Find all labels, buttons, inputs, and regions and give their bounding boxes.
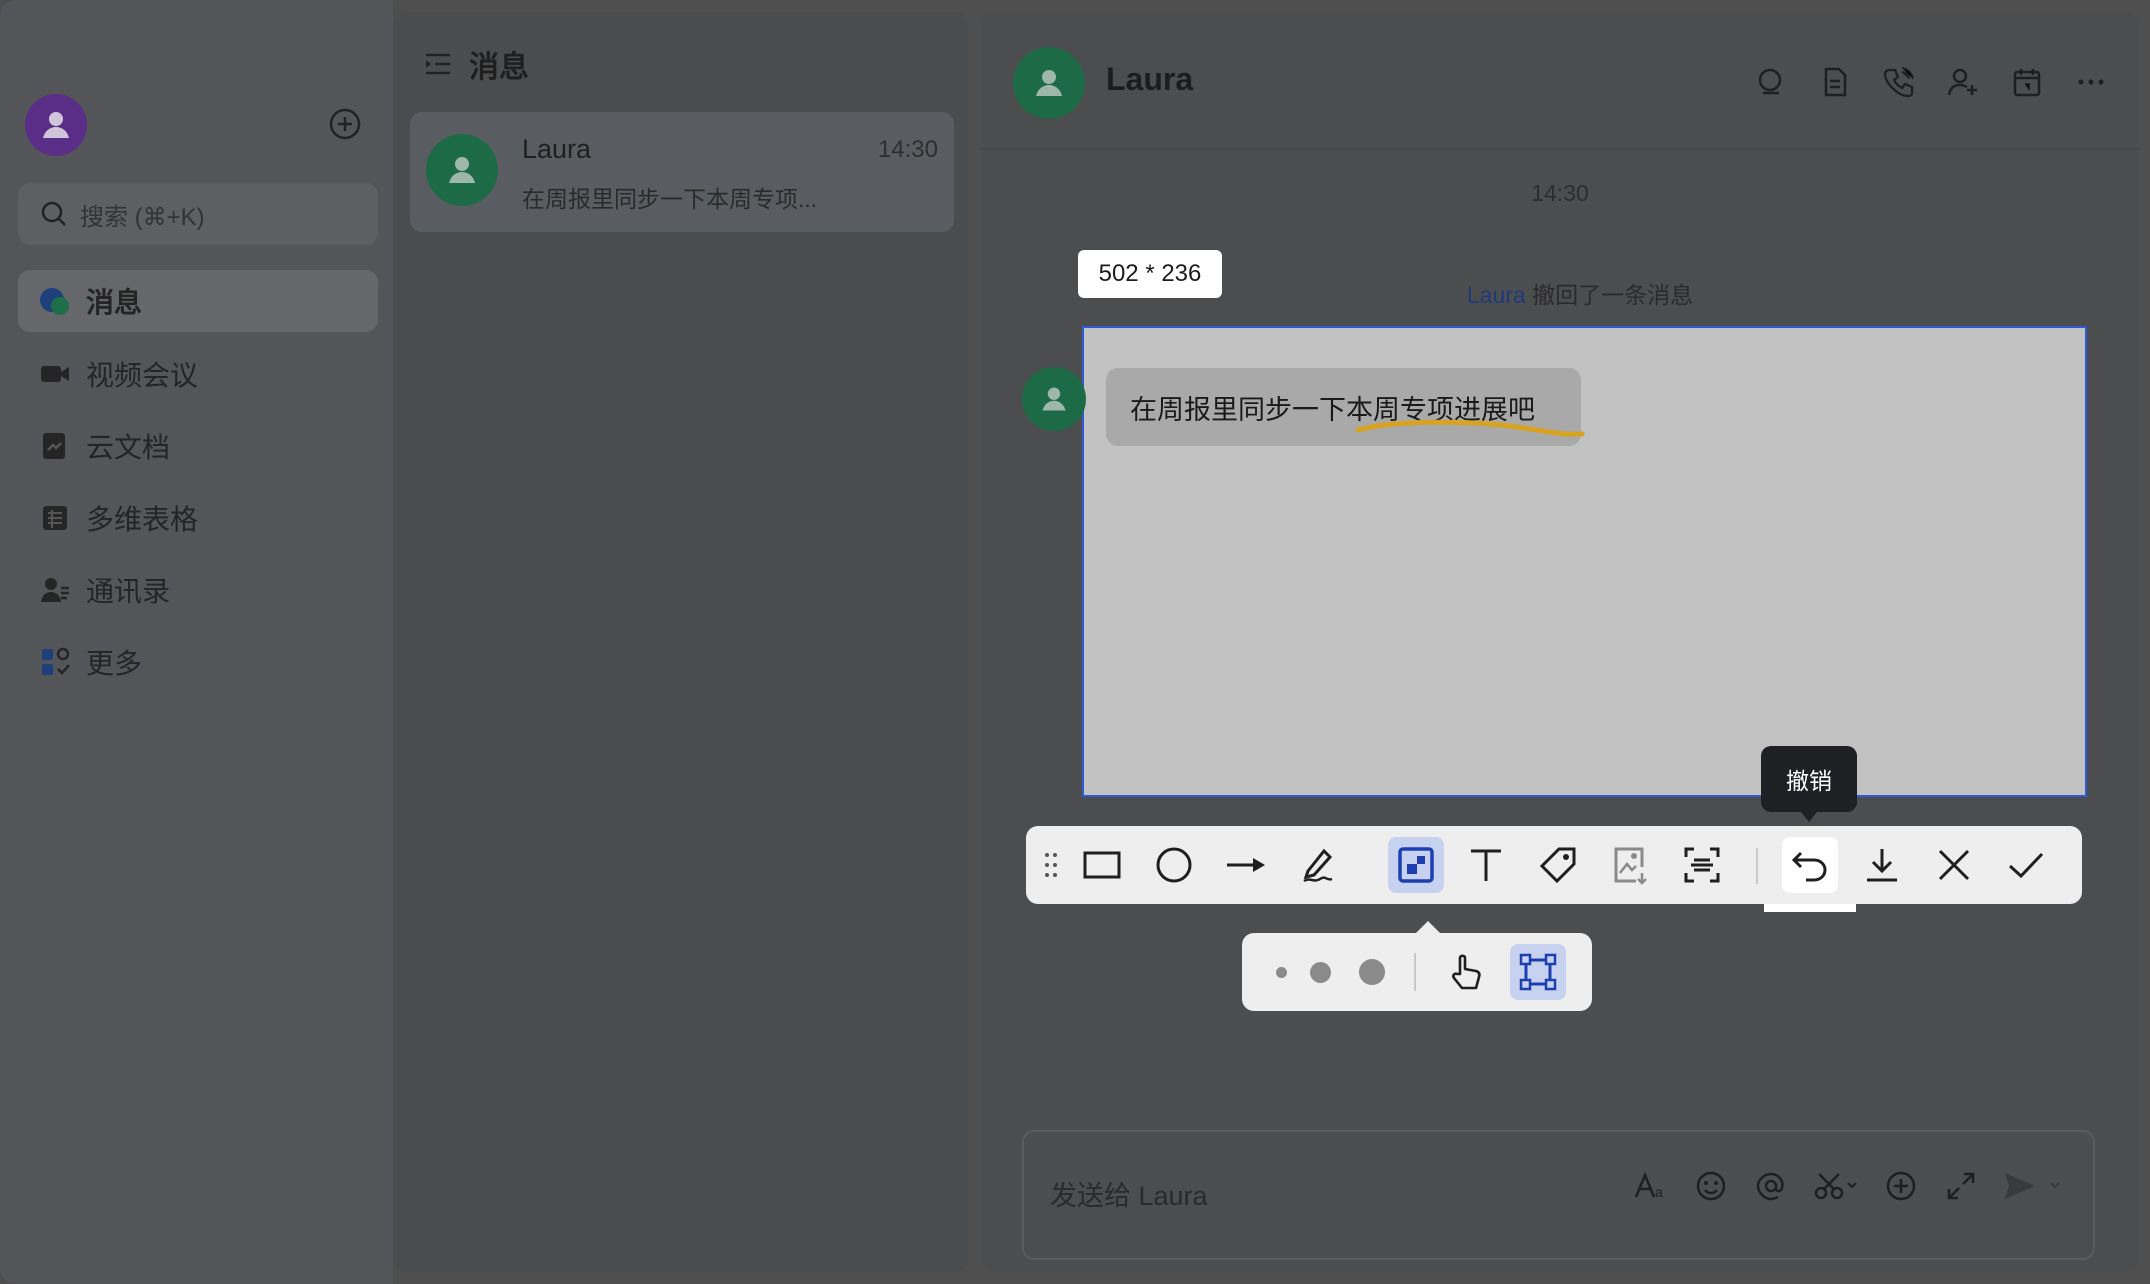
mosaic-tool-icon[interactable] xyxy=(1388,837,1444,893)
conversation-time: 14:30 xyxy=(877,136,938,163)
pen-highlight-stroke xyxy=(1355,419,1585,437)
collapse-list-icon[interactable] xyxy=(423,49,453,79)
chat-title: Laura xyxy=(1106,61,1194,97)
conversation-preview: 在周报里同步一下本周专项... xyxy=(522,186,818,212)
more-apps-icon xyxy=(38,645,72,679)
pen-tool-icon[interactable] xyxy=(1292,839,1344,891)
plus-circle-icon xyxy=(329,108,361,140)
nav-item-label: 多维表格 xyxy=(86,504,199,535)
list-header: 消息 xyxy=(423,42,529,86)
download-icon[interactable] xyxy=(1856,839,1908,891)
add-attachment-icon[interactable] xyxy=(1883,1168,1919,1204)
confirm-check-icon[interactable] xyxy=(2000,839,2052,891)
text-tool-icon[interactable] xyxy=(1460,839,1512,891)
message-avatar xyxy=(1022,367,1086,431)
screenshot-scissors-icon[interactable] xyxy=(1813,1168,1859,1204)
image-pin-tool-icon[interactable] xyxy=(1604,839,1656,891)
search-placeholder: 搜索 (⌘+K) xyxy=(80,203,205,231)
person-icon xyxy=(43,112,69,138)
phone-call-icon[interactable] xyxy=(1881,64,1917,100)
toolbar-divider xyxy=(1756,848,1758,884)
left-nav: 搜索 (⌘+K) 消息 视频会议 云文档 多维表格 通讯录 更多 xyxy=(0,0,393,1284)
emoji-icon[interactable] xyxy=(1693,1168,1729,1204)
pointer-hand-icon[interactable] xyxy=(1440,946,1492,998)
chat-header: Laura xyxy=(981,12,2139,150)
person-icon xyxy=(449,157,475,183)
more-icon[interactable] xyxy=(2073,64,2109,100)
options-divider xyxy=(1414,953,1416,991)
nav-item-label: 更多 xyxy=(86,648,143,679)
contacts-icon xyxy=(38,573,72,607)
nav-item-cloud-docs[interactable]: 云文档 xyxy=(18,415,378,477)
search-chat-icon[interactable] xyxy=(1753,64,1789,100)
list-title: 消息 xyxy=(469,51,529,84)
search-input[interactable]: 搜索 (⌘+K) xyxy=(18,183,378,245)
nav-item-label: 通讯录 xyxy=(86,576,171,607)
drag-handle-icon[interactable] xyxy=(1036,839,1066,891)
person-icon xyxy=(1042,387,1066,411)
nav-item-video-meeting[interactable]: 视频会议 xyxy=(18,343,378,405)
arrow-tool-icon[interactable] xyxy=(1220,839,1272,891)
ocr-scan-tool-icon[interactable] xyxy=(1676,839,1728,891)
expand-icon[interactable] xyxy=(1943,1168,1979,1204)
calendar-icon[interactable] xyxy=(2009,64,2045,100)
person-icon xyxy=(1036,70,1062,96)
nav-item-contacts[interactable]: 通讯录 xyxy=(18,559,378,621)
capture-toolbar xyxy=(1026,826,2082,904)
rectangle-tool-icon[interactable] xyxy=(1076,839,1128,891)
send-icon[interactable] xyxy=(2003,1168,2063,1204)
tag-tool-icon[interactable] xyxy=(1532,839,1584,891)
nav-item-label: 消息 xyxy=(86,287,143,318)
undo-tooltip: 撤销 xyxy=(1761,746,1857,822)
app-window: 搜索 (⌘+K) 消息 视频会议 云文档 多维表格 通讯录 更多 消息 Laur… xyxy=(0,0,2150,1284)
mosaic-options-bar xyxy=(1242,921,1592,1011)
contact-avatar xyxy=(426,134,498,206)
ellipse-tool-icon[interactable] xyxy=(1148,839,1200,891)
mention-icon[interactable] xyxy=(1753,1168,1789,1204)
message-input-placeholder: 发送给 Laura xyxy=(1050,1181,1208,1211)
brush-size-large[interactable] xyxy=(1359,959,1385,985)
search-icon xyxy=(40,200,68,228)
message-input[interactable]: 发送给 Laura a xyxy=(1022,1130,2095,1260)
chat-icon xyxy=(38,284,72,318)
nav-item-messages[interactable]: 消息 xyxy=(18,270,378,332)
recall-text: 撤回了一条消息 xyxy=(1525,282,1694,308)
nav-item-label: 云文档 xyxy=(86,432,171,463)
svg-text:a: a xyxy=(1655,1184,1663,1200)
area-select-icon[interactable] xyxy=(1510,944,1566,1000)
table-icon xyxy=(38,501,72,535)
input-toolbar: a xyxy=(1633,1168,2063,1204)
conversation-name: Laura xyxy=(522,134,592,164)
add-button[interactable] xyxy=(328,107,362,141)
brush-size-medium[interactable] xyxy=(1310,962,1331,983)
conversation-item[interactable]: Laura 14:30 在周报里同步一下本周专项... xyxy=(410,112,954,232)
chat-avatar[interactable] xyxy=(1013,47,1085,119)
brush-size-small[interactable] xyxy=(1276,967,1287,978)
recall-name[interactable]: Laura xyxy=(1467,282,1526,308)
docs-icon xyxy=(38,429,72,463)
add-member-icon[interactable] xyxy=(1945,64,1981,100)
user-avatar[interactable] xyxy=(25,94,87,156)
undo-tool-icon[interactable] xyxy=(1782,837,1838,893)
chat-header-actions xyxy=(1753,64,2109,100)
video-icon xyxy=(38,357,72,391)
document-icon[interactable] xyxy=(1817,64,1853,100)
text-format-icon[interactable]: a xyxy=(1633,1168,1669,1204)
nav-item-label: 视频会议 xyxy=(86,360,199,391)
nav-item-bitable[interactable]: 多维表格 xyxy=(18,487,378,549)
nav-item-more[interactable]: 更多 xyxy=(18,631,378,693)
selection-size-badge: 502 * 236 xyxy=(1078,250,1222,298)
close-icon[interactable] xyxy=(1928,839,1980,891)
message-timestamp: 14:30 xyxy=(1531,180,1589,206)
conversation-list-panel: 消息 Laura 14:30 在周报里同步一下本周专项... xyxy=(393,12,968,1272)
